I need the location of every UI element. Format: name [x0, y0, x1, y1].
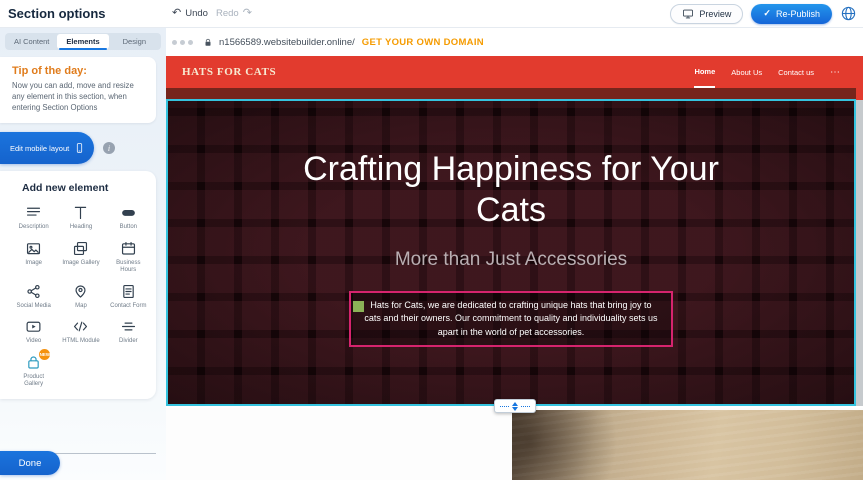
undo-label: Undo	[185, 8, 208, 19]
site-scrollbar[interactable]	[856, 56, 863, 406]
element-business-hours[interactable]: Business Hours	[105, 240, 152, 275]
redo-button[interactable]: Redo ↷	[216, 8, 252, 19]
site-url: n1566589.websitebuilder.online/	[219, 37, 355, 48]
preview-area: n1566589.websitebuilder.online/ GET YOUR…	[166, 28, 863, 480]
dotted-line-right	[521, 406, 530, 407]
preview-button[interactable]: Preview	[670, 4, 743, 24]
element-map[interactable]: Map	[57, 283, 104, 311]
republish-label: Re-Publish	[776, 9, 820, 19]
get-domain-link[interactable]: GET YOUR OWN DOMAIN	[362, 37, 484, 48]
window-dot-2	[180, 40, 185, 45]
redo-label: Redo	[216, 8, 239, 19]
nav-contact-us[interactable]: Contact us	[778, 56, 814, 88]
site-nav: Home About Us Contact us ⋯	[694, 56, 840, 88]
drag-handle[interactable]	[353, 301, 364, 312]
hero-paragraph: Hats for Cats, we are dedicated to craft…	[364, 300, 657, 337]
site-logo[interactable]: HATS FOR CATS	[182, 66, 276, 78]
republish-button[interactable]: ✓ Re-Publish	[751, 4, 832, 24]
element-image-gallery[interactable]: Image Gallery	[57, 240, 104, 275]
add-element-panel: Add new element Description Heading Butt…	[0, 171, 156, 399]
social-media-icon	[25, 283, 42, 300]
edit-mobile-label: Edit mobile layout	[10, 144, 69, 153]
monitor-icon	[682, 8, 694, 20]
element-heading[interactable]: Heading	[57, 204, 104, 232]
scrollbar-header-segment	[856, 56, 863, 100]
element-grid: Description Heading Button Image	[10, 204, 152, 389]
cat-photo	[512, 410, 863, 480]
site-viewport: HATS FOR CATS Home About Us Contact us ⋯…	[166, 56, 863, 480]
nav-about-us[interactable]: About Us	[731, 56, 762, 88]
description-icon	[25, 204, 42, 221]
element-button[interactable]: Button	[105, 204, 152, 232]
preview-label: Preview	[699, 9, 731, 19]
hero-heading[interactable]: Crafting Happiness for Your Cats	[301, 149, 721, 232]
info-icon[interactable]: i	[103, 142, 115, 154]
hero-text-box[interactable]: Hats for Cats, we are dedicated to craft…	[349, 291, 673, 348]
element-description[interactable]: Description	[10, 204, 57, 232]
element-image[interactable]: Image	[10, 240, 57, 275]
element-social-media[interactable]: Social Media	[10, 283, 57, 311]
html-module-icon	[72, 318, 89, 335]
element-video[interactable]: Video	[10, 318, 57, 346]
sidebar-tabs: AI Content Elements Design	[5, 33, 161, 50]
nav-more-icon[interactable]: ⋯	[830, 67, 840, 78]
video-icon	[25, 318, 42, 335]
tab-ai-content[interactable]: AI Content	[6, 34, 57, 49]
done-button[interactable]: Done	[0, 451, 60, 475]
hero-subheading[interactable]: More than Just Accessories	[395, 249, 627, 271]
check-icon: ✓	[763, 8, 771, 19]
tip-of-the-day-card: Tip of the day: Now you can add, move an…	[0, 57, 156, 123]
window-dot-1	[172, 40, 177, 45]
undo-icon: ↶	[172, 8, 181, 19]
element-divider[interactable]: Divider	[105, 318, 152, 346]
topbar-actions: Preview ✓ Re-Publish	[670, 4, 857, 24]
hero-section-selected[interactable]: Crafting Happiness for Your Cats More th…	[166, 99, 856, 406]
redo-icon: ↷	[243, 8, 252, 19]
lock-icon	[203, 37, 213, 48]
browser-bar: n1566589.websitebuilder.online/ GET YOUR…	[166, 28, 863, 56]
element-html-module[interactable]: HTML Module	[57, 318, 104, 346]
nav-home[interactable]: Home	[694, 56, 715, 88]
dotted-line-left	[500, 406, 509, 407]
button-icon	[120, 204, 137, 221]
undo-button[interactable]: ↶ Undo	[172, 8, 208, 19]
contact-form-icon	[120, 283, 137, 300]
header-accent-strip	[166, 88, 856, 99]
mobile-layout-row: Edit mobile layout i	[0, 132, 166, 164]
image-icon	[25, 240, 42, 257]
element-contact-form[interactable]: Contact Form	[105, 283, 152, 311]
image-gallery-icon	[72, 240, 89, 257]
tip-title: Tip of the day:	[12, 65, 146, 77]
divider-icon	[120, 318, 137, 335]
globe-icon[interactable]	[840, 5, 857, 22]
new-badge: NEW	[39, 349, 50, 360]
heading-icon	[72, 204, 89, 221]
site-header: HATS FOR CATS Home About Us Contact us ⋯	[166, 56, 856, 88]
section-resize-handle[interactable]	[494, 399, 536, 413]
edit-mobile-layout-button[interactable]: Edit mobile layout	[0, 132, 94, 164]
resize-arrows-icon	[512, 402, 518, 411]
page-title: Section options	[8, 6, 106, 21]
tip-body: Now you can add, move and resize any ele…	[12, 81, 146, 113]
top-bar: Section options ↶ Undo Redo ↷ Preview ✓ …	[0, 0, 863, 28]
map-icon	[72, 283, 89, 300]
phone-icon	[74, 140, 85, 156]
tab-elements[interactable]: Elements	[57, 34, 108, 49]
tab-design[interactable]: Design	[109, 34, 160, 49]
window-dot-3	[188, 40, 193, 45]
add-element-title: Add new element	[22, 182, 152, 194]
sidebar: AI Content Elements Design Tip of the da…	[0, 28, 166, 480]
business-hours-icon	[120, 240, 137, 257]
element-product-gallery[interactable]: NEW Product Gallery	[10, 354, 57, 389]
